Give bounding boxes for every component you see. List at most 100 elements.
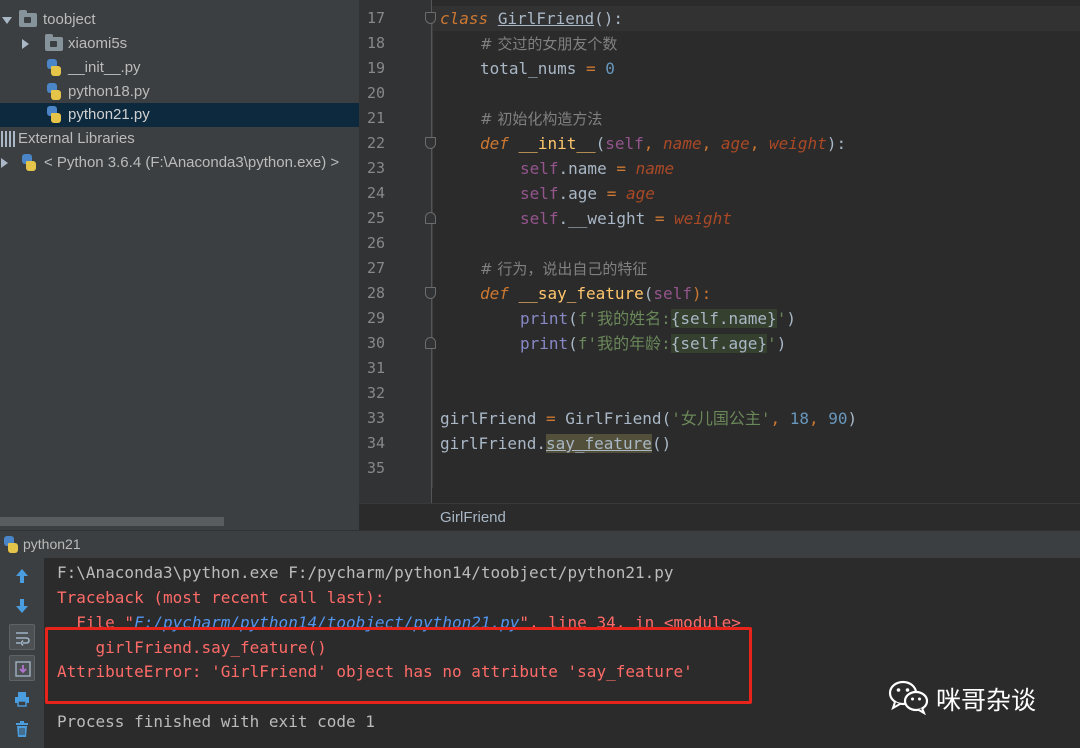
tree-item-label: python21.py (68, 106, 150, 123)
self-keyword: self (520, 159, 559, 178)
tree-item-label: xiaomi5s (68, 35, 128, 52)
line-number: 35 (366, 459, 385, 477)
indent-guide (432, 18, 433, 488)
string: ' (776, 309, 787, 328)
tree-item-xiaomi5s[interactable]: xiaomi5s (0, 32, 359, 56)
code-line-18: # 交过的女朋友个数 (480, 31, 617, 56)
library-icon (1, 131, 15, 147)
punctuation: ) (776, 334, 787, 353)
scroll-to-end-button[interactable] (9, 655, 35, 681)
scroll-to-end-icon (15, 661, 31, 677)
parameter: age (625, 184, 655, 203)
unresolved-reference: say_feature (545, 434, 652, 453)
attribute: .age (558, 184, 598, 203)
code-line-34: girlFriend.say_feature() (440, 431, 671, 456)
breadcrumb-item[interactable]: GirlFriend (440, 509, 506, 526)
code-line-29: print(f'我的姓名:{self.name}') (520, 306, 796, 331)
fold-marker-icon[interactable] (425, 137, 436, 149)
self-keyword: self (653, 284, 692, 303)
fold-marker-icon[interactable] (425, 287, 436, 299)
print-button[interactable] (9, 686, 35, 712)
keyword: class (440, 9, 489, 28)
chevron-right-icon[interactable] (1, 158, 8, 168)
arrow-down-icon (16, 599, 28, 613)
code-line-30: print(f'我的年龄:{self.age}') (520, 331, 786, 356)
number: 18 (789, 409, 810, 428)
punctuation: , (749, 134, 770, 153)
line-number: 29 (366, 309, 385, 327)
function-name: __init__ (518, 134, 596, 153)
tree-item-label: python18.py (68, 83, 150, 100)
trash-icon (16, 721, 28, 737)
comment: # 行为，说出自己的特征 (480, 260, 648, 278)
soft-wrap-button[interactable] (9, 624, 35, 650)
line-number: 19 (366, 59, 385, 77)
horizontal-scrollbar[interactable] (0, 517, 224, 526)
console-line-traceback: Traceback (most recent call last): (57, 588, 385, 607)
fstring-expression: {self.name} (670, 309, 777, 328)
fold-end-icon[interactable] (425, 337, 436, 349)
chevron-right-icon[interactable] (22, 39, 29, 49)
soft-wrap-icon (16, 632, 30, 646)
string: f'我的年龄: (577, 334, 671, 353)
punctuation: ) (847, 409, 858, 428)
tree-item-python18[interactable]: python18.py (0, 80, 359, 104)
line-number: 32 (366, 384, 385, 402)
class-name: GirlFriend (497, 9, 595, 28)
tree-item-init[interactable]: __init__.py (0, 56, 359, 80)
punctuation: ( (595, 134, 606, 153)
clear-all-button[interactable] (9, 716, 35, 742)
punctuation: ( (568, 309, 578, 328)
punctuation: ) (786, 309, 796, 328)
run-toolbar (0, 558, 44, 748)
python-run-icon (3, 536, 19, 554)
builtin: print (520, 309, 569, 328)
tree-item-toobject[interactable]: toobject (0, 8, 359, 32)
breadcrumb[interactable]: GirlFriend (359, 503, 1080, 530)
identifier: girlFriend (440, 409, 537, 428)
punctuation: ): (826, 134, 847, 153)
print-icon (15, 692, 29, 707)
tree-item-external-libraries[interactable]: External Libraries (0, 127, 359, 151)
code-line-28: def __say_feature(self): (480, 281, 711, 306)
tree-item-label: < Python 3.6.4 (F:\Anaconda3\python.exe)… (44, 154, 340, 171)
line-number: 33 (366, 409, 385, 427)
operator: = (606, 159, 636, 178)
code-line-22: def __init__(self, name, age, weight): (480, 131, 846, 156)
operator: = (536, 409, 566, 428)
punctuation: () (651, 434, 672, 453)
watermark-text: 咪哥杂谈 (936, 686, 1037, 715)
tree-item-label: __init__.py (68, 59, 141, 76)
down-arrow-button[interactable] (9, 593, 35, 619)
run-panel-header: python21 (0, 530, 1080, 558)
python-file-icon (46, 83, 62, 101)
code-line-17: class GirlFriend(): (440, 6, 623, 31)
function-name: __say_feature (518, 284, 644, 303)
keyword: def (480, 134, 509, 153)
chevron-down-icon[interactable] (2, 17, 12, 24)
up-arrow-button[interactable] (9, 563, 35, 589)
operator: = (597, 184, 626, 203)
self-keyword: self (605, 134, 644, 153)
call: GirlFriend( (565, 409, 672, 428)
error-highlight-box (45, 627, 752, 704)
code-editor[interactable]: 17 18 19 20 21 22 23 24 25 26 27 28 29 3… (359, 0, 1080, 530)
tree-item-label: External Libraries (18, 130, 135, 147)
run-tab-title[interactable]: python21 (23, 536, 81, 552)
punctuation: ( (643, 284, 654, 303)
fold-end-icon[interactable] (425, 212, 436, 224)
operator: = (645, 209, 675, 228)
line-number: 17 (366, 9, 385, 27)
identifier: total_nums (480, 59, 577, 78)
line-number: 21 (366, 109, 385, 127)
python-file-icon (46, 59, 62, 77)
arrow-up-icon (16, 569, 28, 583)
tree-item-python-sdk[interactable]: < Python 3.6.4 (F:\Anaconda3\python.exe)… (0, 151, 359, 175)
parameter: weight (769, 134, 827, 153)
fold-marker-icon[interactable] (425, 12, 436, 24)
line-number: 22 (366, 134, 385, 152)
project-tree: toobject xiaomi5s __init__.py python18.p… (0, 0, 359, 530)
tree-item-label: toobject (43, 11, 96, 28)
tree-item-python21[interactable]: python21.py (0, 103, 359, 127)
number: 90 (828, 409, 848, 428)
